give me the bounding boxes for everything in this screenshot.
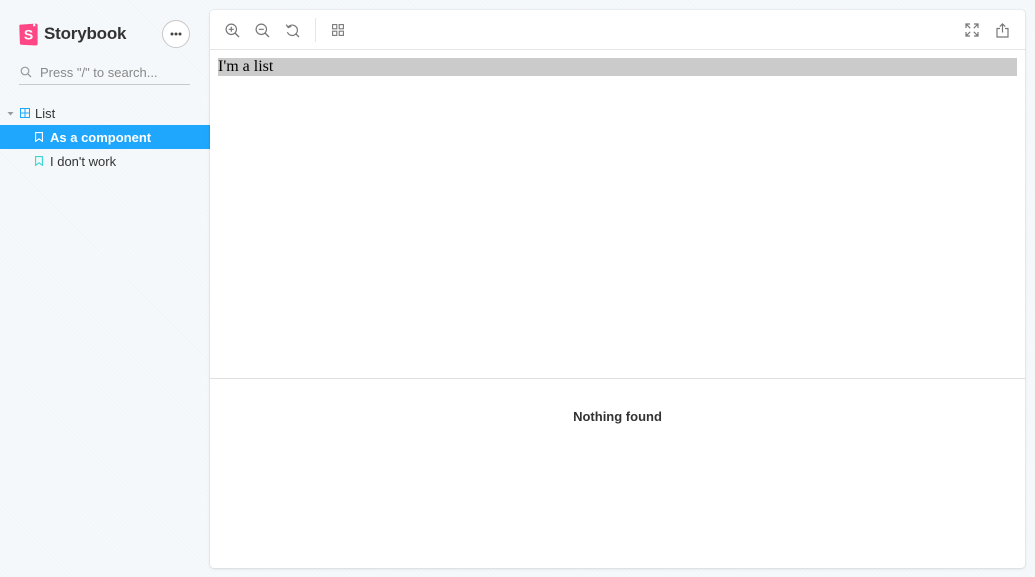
- bookmark-icon: [35, 156, 43, 166]
- list-text: I'm a list: [218, 58, 274, 75]
- component-icon: [20, 108, 30, 118]
- sidebar: S Storybook List: [0, 0, 210, 577]
- search-box: [19, 62, 190, 85]
- share-icon: [995, 22, 1009, 38]
- fullscreen-button[interactable]: [963, 21, 981, 39]
- empty-message: Nothing found: [573, 409, 662, 424]
- story-item-i-dont-work[interactable]: I don't work: [0, 149, 210, 173]
- story-item-as-a-component[interactable]: As a component: [0, 125, 210, 149]
- story-label: I don't work: [50, 153, 117, 169]
- fullscreen-icon: [965, 23, 979, 37]
- search-icon: [20, 66, 32, 78]
- zoom-out-icon: [255, 23, 269, 37]
- bookmark-icon: [35, 132, 43, 142]
- grid-button[interactable]: [329, 21, 347, 39]
- grid-icon: [332, 24, 344, 36]
- zoom-out-button[interactable]: [253, 21, 271, 39]
- zoom-in-icon: [225, 23, 239, 37]
- toolbar-separator: [315, 18, 316, 42]
- share-button[interactable]: [993, 21, 1011, 39]
- brand[interactable]: S Storybook: [19, 22, 126, 46]
- main-panel: I'm a list Nothing found: [210, 10, 1025, 568]
- preview-canvas: I'm a list: [210, 50, 1025, 378]
- tree-group-list[interactable]: List: [0, 101, 210, 125]
- chevron-down-icon[interactable]: [7, 110, 14, 117]
- zoom-reset-button[interactable]: [283, 21, 301, 39]
- tree-group-label: List: [35, 105, 56, 121]
- zoom-reset-icon: [285, 23, 299, 37]
- zoom-in-button[interactable]: [223, 21, 241, 39]
- brand-logo-letter: S: [24, 26, 33, 42]
- list-component: I'm a list: [218, 58, 1017, 76]
- addons-panel: Nothing found: [210, 379, 1025, 568]
- brand-name: Storybook: [44, 24, 127, 43]
- story-tree: List As a component I don't work: [0, 101, 210, 173]
- sidebar-menu-button[interactable]: [162, 20, 190, 48]
- preview-toolbar: [210, 10, 1025, 50]
- ellipsis-icon: [170, 32, 182, 36]
- story-label: As a component: [50, 129, 152, 145]
- search-input[interactable]: [40, 64, 185, 80]
- storybook-logo-icon: S: [19, 23, 38, 46]
